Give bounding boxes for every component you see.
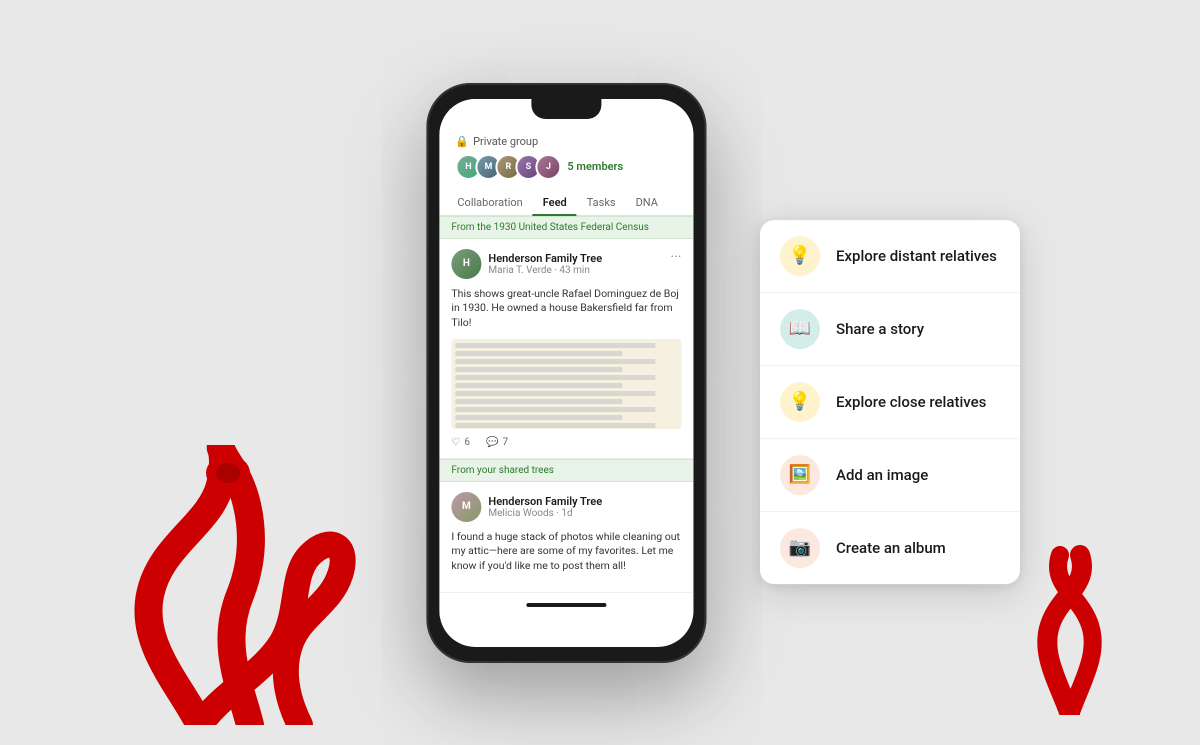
post-group-name-1: Henderson Family Tree xyxy=(488,252,602,265)
census-line xyxy=(455,351,622,356)
phone-screen: 🔒 Private group H M R S J 5 members xyxy=(439,99,693,647)
menu-item-explore-close[interactable]: 💡 Explore close relatives xyxy=(760,366,1020,439)
avatar-stack: H M R S J xyxy=(455,154,561,180)
census-line xyxy=(455,415,622,420)
create-album-icon-wrap: 📷 xyxy=(780,528,820,568)
book-icon: 📖 xyxy=(789,318,811,339)
lightbulb-2-icon: 💡 xyxy=(789,391,811,412)
census-line xyxy=(455,367,622,372)
avatar-5: J xyxy=(535,154,561,180)
explore-distant-label: Explore distant relatives xyxy=(836,247,997,265)
section-label-1: From the 1930 United States Federal Cens… xyxy=(439,216,693,239)
post-header-2: M Henderson Family Tree Melicia Woods · … xyxy=(451,492,681,522)
feed-container: From the 1930 United States Federal Cens… xyxy=(439,216,693,593)
explore-close-icon-wrap: 💡 xyxy=(780,382,820,422)
group-header: 🔒 Private group H M R S J 5 members xyxy=(439,127,693,184)
post-user-time-2: Melicia Woods · 1d xyxy=(488,508,602,519)
census-line xyxy=(455,423,655,428)
home-indicator xyxy=(526,603,606,607)
census-line xyxy=(455,399,622,404)
census-line xyxy=(455,359,655,364)
ribbon-right-decoration xyxy=(1020,535,1120,715)
post-card-1: H Henderson Family Tree Maria T. Verde ·… xyxy=(439,239,693,459)
like-count-1: 6 xyxy=(464,437,470,448)
menu-item-share-story[interactable]: 📖 Share a story xyxy=(760,293,1020,366)
post-user-time-1: Maria T. Verde · 43 min xyxy=(488,265,602,276)
comment-action-1[interactable]: 💬 7 xyxy=(486,437,508,448)
census-document xyxy=(451,339,681,429)
tab-dna[interactable]: DNA xyxy=(626,190,668,215)
section-label-2: From your shared trees xyxy=(439,459,693,482)
post-meta-1: Henderson Family Tree Maria T. Verde · 4… xyxy=(488,252,602,276)
tabs-bar: Collaboration Feed Tasks DNA xyxy=(439,190,693,216)
image-icon: 🖼️ xyxy=(789,464,811,485)
tab-feed[interactable]: Feed xyxy=(533,190,577,215)
heart-icon: ♡ xyxy=(451,437,460,448)
tab-collaboration[interactable]: Collaboration xyxy=(447,190,532,215)
private-label-text: Private group xyxy=(473,135,538,148)
create-album-label: Create an album xyxy=(836,539,946,557)
comment-icon: 💬 xyxy=(486,437,498,448)
menu-item-explore-distant[interactable]: 💡 Explore distant relatives xyxy=(760,220,1020,293)
post-image-1 xyxy=(451,339,681,429)
post-avatar-2: M xyxy=(451,492,481,522)
phone-device: 🔒 Private group H M R S J 5 members xyxy=(426,83,706,663)
avatars-row: H M R S J 5 members xyxy=(455,154,677,180)
more-options-1[interactable]: ··· xyxy=(670,249,681,265)
census-line xyxy=(455,391,655,396)
phone-top-bar xyxy=(439,99,693,127)
post-header-left-1: H Henderson Family Tree Maria T. Verde ·… xyxy=(451,249,602,279)
explore-distant-icon-wrap: 💡 xyxy=(780,236,820,276)
post-text-1: This shows great-uncle Rafael Dominguez … xyxy=(451,287,681,331)
post-group-name-2: Henderson Family Tree xyxy=(488,495,602,508)
post-meta-2: Henderson Family Tree Melicia Woods · 1d xyxy=(488,495,602,519)
census-lines xyxy=(451,339,681,429)
camera-icon: 📷 xyxy=(789,537,811,558)
post-header-1: H Henderson Family Tree Maria T. Verde ·… xyxy=(451,249,681,279)
lock-icon: 🔒 xyxy=(455,135,469,148)
private-group-label: 🔒 Private group xyxy=(455,135,677,148)
phone-bottom xyxy=(439,593,693,617)
explore-close-label: Explore close relatives xyxy=(836,393,986,411)
census-line xyxy=(455,407,655,412)
ribbon-left-decoration xyxy=(120,445,360,725)
post-actions-1: ♡ 6 💬 7 xyxy=(451,437,681,448)
phone-notch xyxy=(531,99,601,119)
members-count[interactable]: 5 members xyxy=(567,160,623,173)
post-header-left-2: M Henderson Family Tree Melicia Woods · … xyxy=(451,492,602,522)
census-line xyxy=(455,383,622,388)
add-image-label: Add an image xyxy=(836,466,928,484)
menu-item-add-image[interactable]: 🖼️ Add an image xyxy=(760,439,1020,512)
comment-count-1: 7 xyxy=(502,437,508,448)
post-avatar-1: H xyxy=(451,249,481,279)
census-line xyxy=(455,375,655,380)
app-content: 🔒 Private group H M R S J 5 members xyxy=(439,127,693,593)
menu-item-create-album[interactable]: 📷 Create an album xyxy=(760,512,1020,584)
dropdown-menu: 💡 Explore distant relatives 📖 Share a st… xyxy=(760,220,1020,584)
tab-tasks[interactable]: Tasks xyxy=(577,190,626,215)
lightbulb-icon: 💡 xyxy=(789,245,811,266)
add-image-icon-wrap: 🖼️ xyxy=(780,455,820,495)
share-story-icon-wrap: 📖 xyxy=(780,309,820,349)
post-card-2: M Henderson Family Tree Melicia Woods · … xyxy=(439,482,693,593)
like-action-1[interactable]: ♡ 6 xyxy=(451,437,470,448)
post-text-2: I found a huge stack of photos while cle… xyxy=(451,530,681,574)
census-line xyxy=(455,343,655,348)
share-story-label: Share a story xyxy=(836,320,924,338)
